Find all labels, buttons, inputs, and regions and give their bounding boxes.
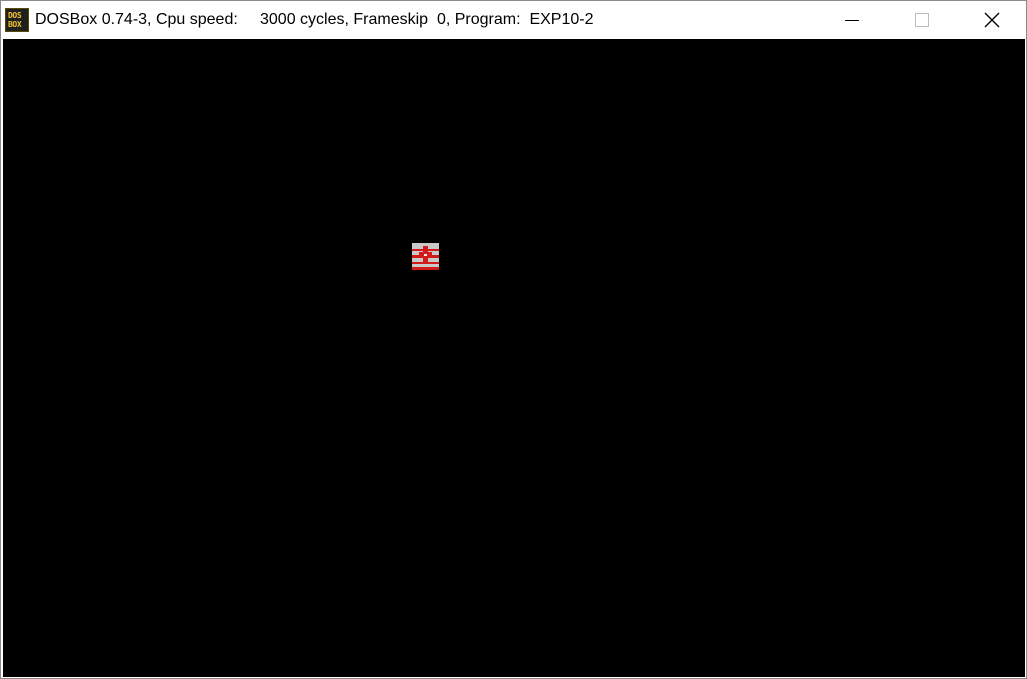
maximize-icon	[915, 13, 929, 27]
close-icon	[984, 12, 1000, 28]
maximize-button[interactable]	[887, 1, 957, 38]
app-icon-line1: DOS	[8, 11, 22, 20]
close-button[interactable]	[957, 1, 1027, 38]
minimize-icon	[845, 20, 859, 21]
minimize-button[interactable]	[817, 1, 887, 38]
dosbox-icon[interactable]: DOS BOX	[5, 8, 29, 32]
app-icon-line2: BOX	[8, 20, 22, 29]
dosbox-window: DOS BOX DOSBox 0.74-3, Cpu speed: 3000 c…	[0, 0, 1027, 679]
red-cross-sprite-icon	[412, 243, 439, 270]
title-bar[interactable]: DOS BOX DOSBox 0.74-3, Cpu speed: 3000 c…	[1, 1, 1026, 38]
window-title: DOSBox 0.74-3, Cpu speed: 3000 cycles, F…	[35, 11, 594, 28]
dos-screen[interactable]	[3, 39, 1025, 677]
